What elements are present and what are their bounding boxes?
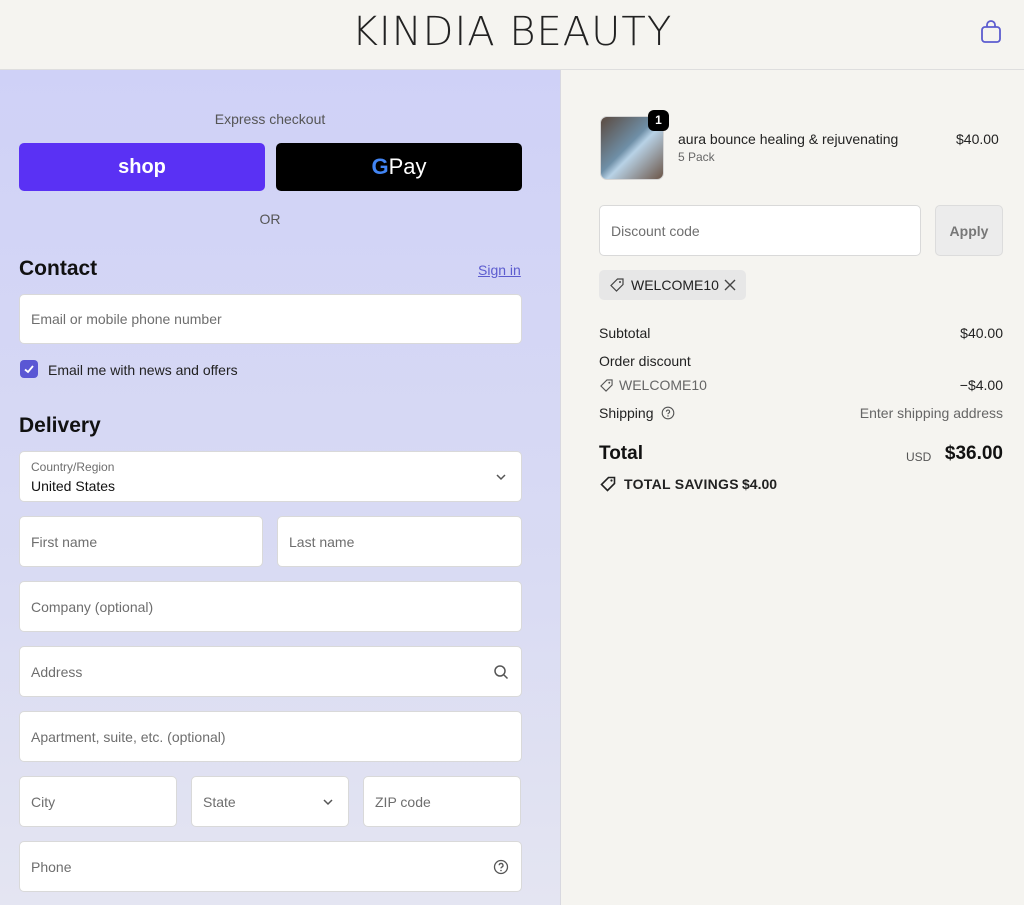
or-divider: OR [259, 211, 281, 227]
phone-field[interactable]: Phone [19, 841, 522, 892]
order-discount-code: WELCOME10 [619, 377, 707, 393]
city-placeholder: City [31, 793, 56, 810]
contact-title: Contact [19, 257, 98, 280]
country-select[interactable]: Country/Region United States [19, 451, 522, 502]
chevron-down-icon [323, 798, 333, 805]
phone-placeholder: Phone [31, 858, 72, 875]
shop-pay-label: shop [118, 155, 166, 178]
checkout-form-panel: Express checkout shop GPay OR Contact Si… [0, 70, 561, 905]
total-savings-value: $4.00 [742, 476, 778, 492]
email-field[interactable]: Email or mobile phone number [19, 294, 522, 344]
quantity-badge: 1 [648, 110, 669, 131]
help-circle-icon[interactable] [661, 406, 675, 420]
apartment-field[interactable]: Apartment, suite, etc. (optional) [19, 711, 522, 762]
discount-code-input[interactable]: Discount code [599, 205, 921, 256]
discount-placeholder: Discount code [611, 223, 700, 239]
google-pay-button[interactable]: GPay [276, 143, 522, 191]
product-name: aura bounce healing & rejuvenating [678, 131, 899, 147]
company-placeholder: Company (optional) [31, 598, 154, 615]
subtotal-label: Subtotal [599, 325, 651, 341]
shipping-label: Shipping [599, 405, 654, 421]
first-name-field[interactable]: First name [19, 516, 263, 567]
help-circle-icon[interactable] [493, 859, 509, 875]
order-discount-value: −$4.00 [959, 377, 1003, 393]
company-field[interactable]: Company (optional) [19, 581, 522, 632]
shopping-bag-icon[interactable] [978, 19, 1004, 45]
newsletter-label: Email me with news and offers [48, 362, 238, 378]
delivery-title: Delivery [19, 414, 101, 437]
close-icon[interactable] [724, 279, 736, 291]
first-name-placeholder: First name [31, 533, 98, 550]
product-price: $40.00 [956, 131, 999, 147]
product-variant: 5 Pack [678, 150, 715, 164]
order-discount-label: Order discount [599, 353, 691, 369]
address-placeholder: Address [31, 663, 83, 680]
shop-pay-button[interactable]: shop [19, 143, 265, 191]
search-icon [494, 664, 509, 679]
tag-icon [610, 278, 624, 292]
sign-in-link[interactable]: Sign in [478, 262, 521, 278]
city-field[interactable]: City [19, 776, 177, 827]
apartment-placeholder: Apartment, suite, etc. (optional) [31, 728, 226, 745]
total-label: Total [599, 443, 643, 464]
header: KINDIA BEAUTY [0, 0, 1024, 70]
brand-logo[interactable]: KINDIA BEAUTY [0, 9, 1024, 55]
country-value: United States [31, 478, 116, 494]
express-checkout-label: Express checkout [214, 111, 326, 127]
shipping-value: Enter shipping address [859, 405, 1003, 421]
state-placeholder: State [203, 793, 236, 810]
subtotal-value: $40.00 [960, 325, 1003, 341]
total-value: $36.00 [944, 443, 1003, 464]
order-summary-panel: 1 aura bounce healing & rejuvenating 5 P… [562, 70, 1024, 905]
google-g-icon: G [371, 154, 389, 179]
zip-field[interactable]: ZIP code [363, 776, 521, 827]
apply-button[interactable]: Apply [935, 205, 1003, 256]
applied-discount-tag: WELCOME10 [599, 270, 746, 300]
last-name-placeholder: Last name [289, 533, 355, 550]
currency-code: USD [906, 450, 932, 464]
tag-icon [600, 379, 613, 392]
email-placeholder: Email or mobile phone number [31, 311, 222, 327]
last-name-field[interactable]: Last name [277, 516, 522, 567]
state-select[interactable]: State [191, 776, 349, 827]
country-label: Country/Region [31, 460, 115, 474]
chevron-down-icon [496, 473, 506, 480]
zip-placeholder: ZIP code [375, 793, 431, 810]
savings-tag-icon [600, 476, 616, 492]
newsletter-checkbox[interactable] [20, 360, 38, 378]
google-pay-label: Pay [388, 154, 427, 179]
check-icon [24, 365, 34, 374]
total-savings-label: TOTAL SAVINGS [624, 476, 739, 492]
applied-code: WELCOME10 [631, 277, 719, 293]
address-field[interactable]: Address [19, 646, 522, 697]
